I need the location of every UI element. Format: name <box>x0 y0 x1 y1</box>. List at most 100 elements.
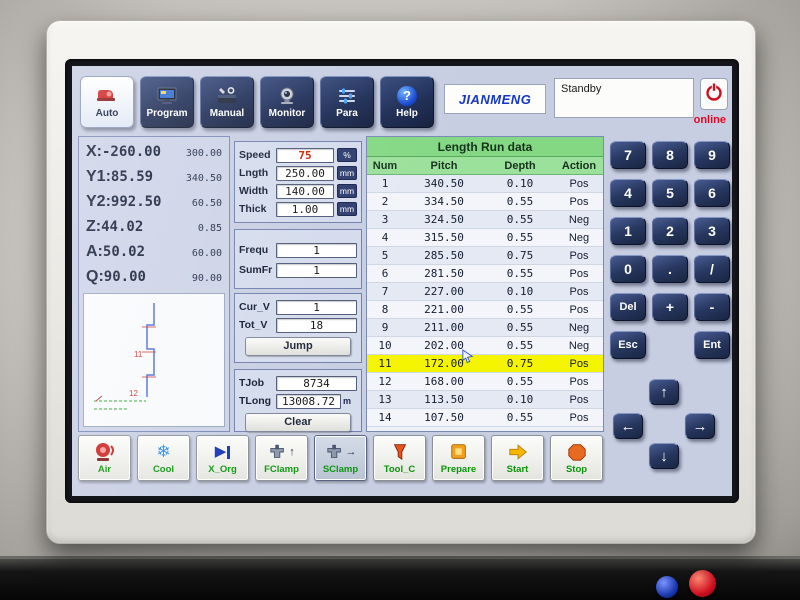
key-minus[interactable]: - <box>694 293 730 321</box>
cell-action: Pos <box>555 247 603 264</box>
cell-pitch: 281.50 <box>403 265 485 282</box>
key-dot[interactable]: . <box>652 255 688 283</box>
axis-value: 992.50 <box>111 194 162 210</box>
table-row[interactable]: 4315.500.55Neg <box>367 229 603 247</box>
param-label: Speed <box>239 149 276 161</box>
key-plus[interactable]: + <box>652 293 688 321</box>
program-monitor-icon <box>155 86 179 106</box>
key-4[interactable]: 4 <box>610 179 646 207</box>
table-row[interactable]: 5285.500.75Pos <box>367 247 603 265</box>
cell-num: 10 <box>367 337 403 354</box>
key-9[interactable]: 9 <box>694 141 730 169</box>
key-8[interactable]: 8 <box>652 141 688 169</box>
param-label: SumFr <box>239 264 276 276</box>
header-action: Action <box>555 157 603 174</box>
cell-num: 6 <box>367 265 403 282</box>
power-button[interactable] <box>700 78 728 110</box>
prepare-icon <box>448 441 470 463</box>
arrow-right-key[interactable]: → <box>685 413 715 439</box>
frequ-input[interactable]: 1 <box>276 243 357 258</box>
table-row[interactable]: 13113.500.10Pos <box>367 391 603 409</box>
cell-num: 9 <box>367 319 403 336</box>
key-0[interactable]: 0 <box>610 255 646 283</box>
header-num: Num <box>367 157 403 174</box>
thick-input[interactable]: 1.00 <box>276 202 334 217</box>
table-row[interactable]: 2334.500.55Pos <box>367 193 603 211</box>
speed-input[interactable]: 75 <box>276 148 334 163</box>
key-del[interactable]: Del <box>610 293 646 321</box>
cell-pitch: 324.50 <box>403 211 485 228</box>
tlong-input[interactable]: 13008.72 <box>276 394 341 409</box>
tjob-input[interactable]: 8734 <box>276 376 357 391</box>
table-row[interactable]: 6281.500.55Pos <box>367 265 603 283</box>
stop-button[interactable]: Stop <box>550 435 603 481</box>
table-row[interactable]: 9211.000.55Neg <box>367 319 603 337</box>
cell-depth: 0.55 <box>485 211 555 228</box>
cool-button[interactable]: ❄ Cool <box>137 435 190 481</box>
air-pump-icon <box>93 441 117 463</box>
tab-program[interactable]: Program <box>140 76 194 128</box>
start-button[interactable]: Start <box>491 435 544 481</box>
tab-manual[interactable]: Manual <box>200 76 254 128</box>
param-row-frequ: Frequ 1 <box>239 242 357 258</box>
manual-tools-icon <box>215 86 239 106</box>
sclamp-icon: → <box>325 441 357 463</box>
param-label: TJob <box>239 377 276 389</box>
machine-button-red[interactable] <box>689 570 716 597</box>
cell-num: 14 <box>367 409 403 426</box>
table-row[interactable]: 8221.000.55Pos <box>367 301 603 319</box>
axis-name: A: <box>86 243 103 261</box>
arrow-up-key[interactable]: ↑ <box>649 379 679 405</box>
cell-pitch: 285.50 <box>403 247 485 264</box>
cell-num: 1 <box>367 175 403 192</box>
job-params-group: Speed 75 % Lngth 250.00 mm Width 140.00 <box>234 141 362 223</box>
table-row[interactable]: 14107.500.55Pos <box>367 409 603 427</box>
key-6[interactable]: 6 <box>694 179 730 207</box>
table-row[interactable]: 10202.000.55Neg <box>367 337 603 355</box>
curv-input[interactable]: 1 <box>276 300 357 315</box>
totals-group: TJob 8734 TLong 13008.72 m Clear <box>234 369 362 432</box>
key-slash[interactable]: / <box>694 255 730 283</box>
key-ent[interactable]: Ent <box>694 331 730 359</box>
clear-button[interactable]: Clear <box>245 413 351 432</box>
tool-c-button[interactable]: Tool_C <box>373 435 426 481</box>
machine-button-blue[interactable] <box>656 576 678 598</box>
param-row-sumfr: SumFr 1 <box>239 262 357 278</box>
jump-button[interactable]: Jump <box>245 337 351 356</box>
sumfr-input[interactable]: 1 <box>276 263 357 278</box>
axis-aux: 60.00 <box>192 248 222 259</box>
table-row[interactable]: 1340.500.10Pos <box>367 175 603 193</box>
arrow-down-key[interactable]: ↓ <box>649 443 679 469</box>
key-3[interactable]: 3 <box>694 217 730 245</box>
totv-input[interactable]: 18 <box>276 318 357 333</box>
fclamp-button[interactable]: ↑ FClamp <box>255 435 308 481</box>
key-7[interactable]: 7 <box>610 141 646 169</box>
sketch-dim-1: 11 <box>134 350 143 359</box>
cell-pitch: 113.50 <box>403 391 485 408</box>
play-bar <box>227 446 230 459</box>
axis-aux: 90.00 <box>192 273 222 284</box>
table-row-selected[interactable]: 11172.000.75Pos <box>367 355 603 373</box>
prepare-button[interactable]: Prepare <box>432 435 485 481</box>
tab-para[interactable]: Para <box>320 76 374 128</box>
param-label: Tot_V <box>239 319 276 331</box>
x-org-button[interactable]: ▶ X_Org <box>196 435 249 481</box>
table-body: 1340.500.10Pos 2334.500.55Pos 3324.500.5… <box>367 175 603 427</box>
key-esc[interactable]: Esc <box>610 331 646 359</box>
tab-auto[interactable]: Auto <box>80 76 134 128</box>
air-button[interactable]: Air <box>78 435 131 481</box>
cell-pitch: 227.00 <box>403 283 485 300</box>
width-input[interactable]: 140.00 <box>276 184 334 199</box>
table-row[interactable]: 7227.000.10Pos <box>367 283 603 301</box>
tab-help[interactable]: ? Help <box>380 76 434 128</box>
sclamp-button[interactable]: → SClamp <box>314 435 367 481</box>
tab-monitor[interactable]: Monitor <box>260 76 314 128</box>
table-row[interactable]: 12168.000.55Pos <box>367 373 603 391</box>
arrow-left-key[interactable]: ← <box>613 413 643 439</box>
key-1[interactable]: 1 <box>610 217 646 245</box>
header-pitch: Pitch <box>403 157 485 174</box>
length-input[interactable]: 250.00 <box>276 166 334 181</box>
key-5[interactable]: 5 <box>652 179 688 207</box>
table-row[interactable]: 3324.500.55Neg <box>367 211 603 229</box>
key-2[interactable]: 2 <box>652 217 688 245</box>
